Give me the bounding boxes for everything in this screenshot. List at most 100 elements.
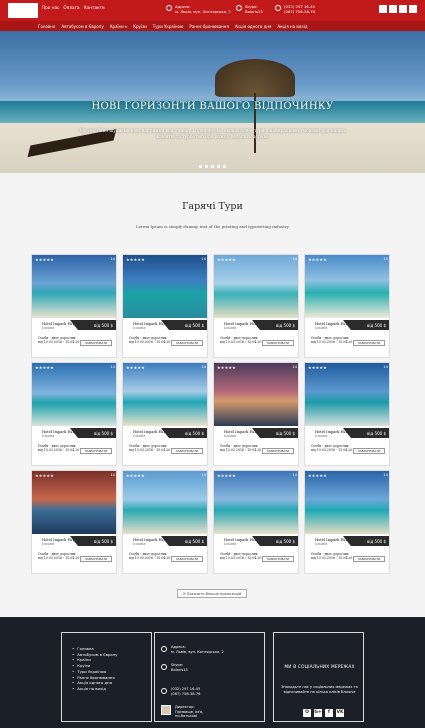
- tour-image[interactable]: ★★★★★ 14: [214, 471, 298, 534]
- vk-icon[interactable]: [379, 5, 387, 13]
- tour-card[interactable]: ★★★★★ 14 Hotel Іmpark PATAYA Іспанія від 500…: [213, 362, 299, 466]
- facebook-icon[interactable]: [389, 5, 397, 13]
- tour-image[interactable]: ★★★★★ 14: [123, 471, 207, 534]
- top-link-contacts[interactable]: Контакти: [84, 5, 105, 10]
- top-link-payment[interactable]: Оплата: [63, 5, 79, 10]
- show-more-button[interactable]: ⟳ Показати більше пропозицій: [177, 589, 247, 598]
- footer-menu: Головна Автобусом в Європу Країни Круїзи…: [77, 646, 118, 692]
- tour-info: Особи - двоє дорослих від 15.03.2016 - 15…: [129, 336, 174, 344]
- hotel-stars: ★★★★★: [217, 365, 236, 370]
- tour-card[interactable]: ★★★★★ 14 Hotel Іmpark PATAYA Іспанія від 500…: [213, 470, 299, 574]
- book-button[interactable]: ЗАБРОНЮВАТИ: [353, 340, 385, 346]
- tour-dates: від 15.03.2016 - 15.04.2016: [38, 340, 84, 345]
- tour-dates: від 15.03.2016 - 15.04.2016: [129, 340, 175, 345]
- book-button[interactable]: ЗАБРОНЮВАТИ: [80, 556, 112, 562]
- nav-item-ukraine[interactable]: Тури Україною: [153, 24, 184, 29]
- price-tag: від 500 $: [252, 320, 298, 330]
- slider-dot[interactable]: [223, 165, 226, 168]
- tour-card[interactable]: ★★★★★ 14 Hotel Іmpark PATAYA Іспанія від 500…: [31, 254, 117, 358]
- tour-card[interactable]: ★★★★★ 14 Hotel Іmpark PATAYA Іспанія від 500…: [304, 470, 390, 574]
- slider-dot[interactable]: [199, 165, 202, 168]
- tour-image[interactable]: ★★★★★ 14: [123, 255, 207, 318]
- beach-umbrella: [215, 59, 295, 97]
- tour-card[interactable]: ★★★★★ 14 Hotel Іmpark PATAYA Іспанія від 500…: [304, 362, 390, 466]
- top-link-about[interactable]: Про нас: [42, 5, 59, 10]
- site-logo[interactable]: [8, 3, 38, 18]
- tour-card[interactable]: ★★★★★ 14 Hotel Іmpark PATAYA Іспанія від 500…: [122, 362, 208, 466]
- tour-card[interactable]: ★★★★★ 15 Hotel Іmpark PATAYA Іспанія від 500…: [304, 254, 390, 358]
- views-count: 15: [383, 257, 388, 261]
- google-plus-icon[interactable]: G+: [314, 709, 322, 717]
- header-social: [379, 5, 417, 13]
- tour-dates: від 15.03.2016 - 15.04.2016: [220, 448, 266, 453]
- tour-image[interactable]: ★★★★★ 14: [305, 363, 389, 426]
- book-button[interactable]: ЗАБРОНЮВАТИ: [80, 340, 112, 346]
- book-button[interactable]: ЗАБРОНЮВАТИ: [171, 340, 203, 346]
- nav-item-countries[interactable]: Країни ▾: [110, 24, 127, 29]
- slider-dot[interactable]: [217, 165, 220, 168]
- views-count: 14: [110, 365, 115, 369]
- book-button[interactable]: ЗАБРОНЮВАТИ: [80, 448, 112, 454]
- director-avatar: [161, 705, 171, 715]
- hotel-stars: ★★★★★: [35, 365, 54, 370]
- tour-image[interactable]: ★★★★★ 14: [32, 363, 116, 426]
- hero-slider[interactable]: НОВІ ГОРИЗОНТИ ВАШОГО ВІДПОЧИНКУ Ми пост…: [0, 31, 425, 173]
- tour-image[interactable]: ★★★★★ 14: [214, 255, 298, 318]
- tour-card[interactable]: ★★★★★ 14 Hotel Іmpark PATAYA Іспанія від 500…: [31, 470, 117, 574]
- facebook-icon[interactable]: f: [325, 709, 333, 717]
- book-button[interactable]: ЗАБРОНЮВАТИ: [262, 448, 294, 454]
- tour-image[interactable]: ★★★★★ 14: [305, 471, 389, 534]
- hotel-stars: ★★★★★: [217, 473, 236, 478]
- phone-icon: [161, 688, 167, 694]
- header-address: Адреса: м. Львів, вул. Котлярська, 2: [166, 4, 231, 14]
- header-phones: (032) 297 16-45 (067) 756-38-76: [275, 4, 315, 14]
- tours-grid: ★★★★★ 14 Hotel Іmpark PATAYA Іспанія від 500…: [31, 254, 392, 574]
- footer-director: Директор: Прізвище, Ім'я, по-батькові: [161, 705, 203, 719]
- header-skype: Skype: Bolaris15: [236, 4, 263, 14]
- tour-dates: від 15.03.2016 - 15.04.2016: [311, 556, 357, 561]
- tour-dates: від 15.03.2016 - 15.04.2016: [129, 556, 175, 561]
- tour-card[interactable]: ★★★★★ 14 Hotel Іmpark PATAYA Іспанія від 500…: [213, 254, 299, 358]
- footer-social-icons: О G+ f VK: [303, 709, 344, 717]
- location-icon: [161, 646, 167, 652]
- section-title: Гарячі Тури: [182, 201, 243, 212]
- nav-item-oneday[interactable]: Акція одного дня: [235, 24, 272, 29]
- odnoklassniki-icon[interactable]: [409, 5, 417, 13]
- nav-item-weekend[interactable]: Акція на вихід: [277, 24, 307, 29]
- footer-link[interactable]: Акція на вихід: [77, 686, 118, 692]
- price-tag: від 500 $: [161, 536, 207, 546]
- tour-image[interactable]: ★★★★★ 14: [32, 255, 116, 318]
- tour-image[interactable]: ★★★★★ 15: [305, 255, 389, 318]
- tour-info: Особи - двоє дорослих від 15.03.2016 - 15…: [38, 552, 83, 560]
- tour-image[interactable]: ★★★★★ 14: [214, 363, 298, 426]
- book-button[interactable]: ЗАБРОНЮВАТИ: [262, 340, 294, 346]
- tour-image[interactable]: ★★★★★ 14: [123, 363, 207, 426]
- book-button[interactable]: ЗАБРОНЮВАТИ: [353, 448, 385, 454]
- tour-card[interactable]: ★★★★★ 14 Hotel Іmpark PATAYA Іспанія від 500…: [122, 254, 208, 358]
- slider-dot[interactable]: [211, 165, 214, 168]
- nav-item-early[interactable]: Раннє бронювання: [189, 24, 228, 29]
- book-button[interactable]: ЗАБРОНЮВАТИ: [171, 556, 203, 562]
- odnoklassniki-icon[interactable]: О: [303, 709, 311, 717]
- tour-card[interactable]: ★★★★★ 14 Hotel Іmpark PATAYA Іспанія від 500…: [122, 470, 208, 574]
- section-subtitle: Lorem Ipsum is simply dummy text of the …: [135, 224, 290, 229]
- footer-social-title: МИ В СОЦІАЛЬНИХ МЕРЕЖАХ: [284, 665, 355, 670]
- google-plus-icon[interactable]: [399, 5, 407, 13]
- vk-icon[interactable]: VK: [336, 709, 344, 717]
- tour-image[interactable]: ★★★★★ 14: [32, 471, 116, 534]
- nav-item-home[interactable]: Головна: [38, 24, 55, 29]
- nav-item-cruises[interactable]: Круїзи: [133, 24, 147, 29]
- book-button[interactable]: ЗАБРОНЮВАТИ: [353, 556, 385, 562]
- tour-dates: від 15.03.2016 - 15.04.2016: [38, 556, 84, 561]
- slider-dot[interactable]: [205, 165, 208, 168]
- price-tag: від 500 $: [70, 320, 116, 330]
- tour-dates: від 15.03.2016 - 15.04.2016: [311, 340, 357, 345]
- nav-item-bus[interactable]: Автобусом в Європу: [61, 24, 103, 29]
- views-count: 14: [292, 473, 297, 477]
- top-links: Про нас Оплата Контакти: [42, 5, 105, 10]
- footer-skype: Skype: Bolaris15: [161, 663, 188, 672]
- book-button[interactable]: ЗАБРОНЮВАТИ: [171, 448, 203, 454]
- book-button[interactable]: ЗАБРОНЮВАТИ: [262, 556, 294, 562]
- tour-card[interactable]: ★★★★★ 14 Hotel Іmpark PATAYA Іспанія від 500…: [31, 362, 117, 466]
- skype-icon: [161, 664, 167, 670]
